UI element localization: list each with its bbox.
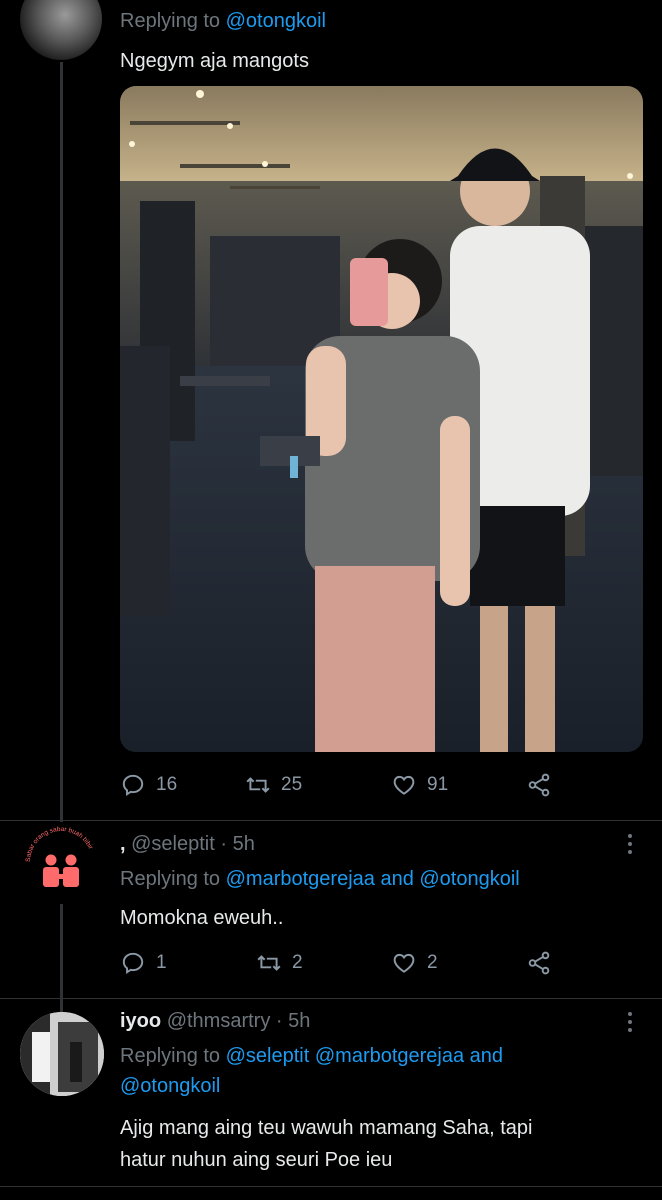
tweet-header: iyoo @thmsartry · 5h <box>120 1006 310 1036</box>
timestamp[interactable]: · 5h <box>276 1010 310 1032</box>
replying-label: Replying to <box>120 1045 221 1067</box>
tweet-text: Ajig mang aing teu wawuh mamang Saha, ta… <box>120 1112 650 1176</box>
replying-to-line: Replying to @otongkoil <box>120 6 326 36</box>
retweet-count: 2 <box>292 952 303 973</box>
divider <box>0 1186 662 1187</box>
thread-line <box>60 62 63 1080</box>
more-options-button[interactable] <box>620 1008 640 1036</box>
tweet-actions: 1 2 2 <box>120 948 560 978</box>
share-icon <box>528 951 550 975</box>
divider <box>0 998 662 999</box>
replying-label: Replying to <box>120 868 221 890</box>
gym-photo-illustration <box>120 86 643 752</box>
divider <box>0 820 662 821</box>
tweet-text: Momokna eweuh.. <box>120 907 284 929</box>
reply-icon <box>122 952 144 975</box>
handle[interactable]: @seleptit <box>131 833 215 855</box>
share-icon <box>528 773 550 797</box>
replying-to-line: Replying to @marbotgerejaa and @otongkoi… <box>120 864 520 894</box>
like-icon <box>393 953 415 973</box>
retweet-button[interactable]: 2 <box>256 948 303 978</box>
reply-count: 1 <box>156 952 167 973</box>
retweet-count: 25 <box>281 774 303 795</box>
avatar[interactable]: Sabar orang sabar buah bibir <box>20 822 102 904</box>
mention-link[interactable]: @seleptit @marbotgerejaa and <box>226 1045 503 1067</box>
share-button[interactable] <box>526 770 552 800</box>
tweet-actions: 16 25 91 <box>120 770 560 800</box>
share-button[interactable] <box>526 948 552 978</box>
display-name[interactable]: , <box>120 833 126 855</box>
like-button[interactable]: 2 <box>391 948 438 978</box>
avatar-illustration <box>20 1012 104 1096</box>
reply-icon <box>122 774 144 797</box>
avatar[interactable] <box>20 0 102 60</box>
mention-link[interactable]: @marbotgerejaa and @otongkoil <box>226 868 520 890</box>
display-name[interactable]: iyoo <box>120 1010 161 1032</box>
avatar-caption: Sabar orang sabar buah bibir <box>25 826 94 862</box>
like-count: 2 <box>427 952 438 973</box>
mention-link[interactable]: @otongkoil <box>120 1075 220 1097</box>
avatar[interactable] <box>20 1012 104 1096</box>
timestamp[interactable]: · 5h <box>220 833 254 855</box>
retweet-icon <box>246 777 270 793</box>
reply-button[interactable]: 16 <box>120 770 177 800</box>
more-options-button[interactable] <box>620 830 640 858</box>
tweet-text-line: hatur nuhun aing seuri Poe ieu <box>120 1149 393 1171</box>
retweet-icon <box>257 955 281 971</box>
replying-to-line: Replying to @seleptit @marbotgerejaa and… <box>120 1041 640 1101</box>
handle[interactable]: @thmsartry <box>167 1010 271 1032</box>
tweet-header: , @seleptit · 5h <box>120 829 255 859</box>
tweet-text: Ngegym aja mangots <box>120 50 309 72</box>
mention-link[interactable]: @otongkoil <box>226 10 326 32</box>
more-icon <box>628 834 632 838</box>
svg-text:Sabar orang sabar buah bibir: Sabar orang sabar buah bibir <box>25 826 94 862</box>
avatar-illustration: Sabar orang sabar buah bibir <box>25 826 94 887</box>
like-button[interactable]: 91 <box>391 770 448 800</box>
reply-count: 16 <box>156 774 178 795</box>
tweet-text-line: Ajig mang aing teu wawuh mamang Saha, ta… <box>120 1117 533 1139</box>
tweet-photo[interactable] <box>120 86 643 752</box>
like-icon <box>393 775 415 795</box>
replying-label: Replying to <box>120 10 221 32</box>
retweet-button[interactable]: 25 <box>245 770 302 800</box>
like-count: 91 <box>427 774 449 795</box>
more-icon <box>628 1012 632 1016</box>
reply-button[interactable]: 1 <box>120 948 167 978</box>
